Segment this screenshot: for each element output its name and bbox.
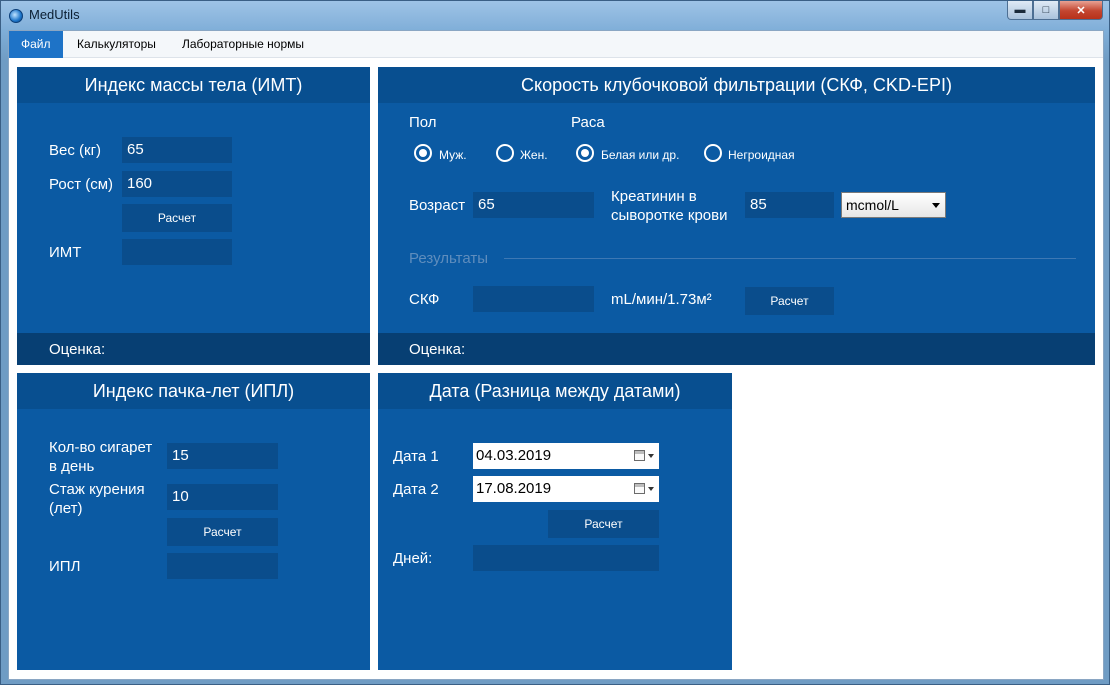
weight-input[interactable]: 65 <box>122 137 232 163</box>
date2-value: 17.08.2019 <box>476 480 552 497</box>
minimize-button[interactable]: ▬ <box>1007 1 1033 20</box>
bmi-title: Индекс массы тела (ИМТ) <box>17 67 370 103</box>
packyears-panel: Индекс пачка-лет (ИПЛ) Кол-во сигарет в … <box>17 373 370 670</box>
dates-title: Дата (Разница между датами) <box>378 373 732 409</box>
date2-label: Дата 2 <box>393 481 439 498</box>
close-button[interactable]: ✕ <box>1059 1 1103 20</box>
radio-race-black[interactable] <box>704 144 722 162</box>
chevron-down-icon <box>648 487 654 491</box>
gfr-panel: Скорость клубочковой фильтрации (СКФ, CK… <box>378 67 1095 365</box>
bmi-result-field[interactable] <box>122 239 232 265</box>
creatinine-label-2: сыворотке крови <box>611 207 728 224</box>
window-controls: ▬ □ ✕ <box>1007 1 1103 20</box>
bmi-panel: Индекс массы тела (ИМТ) Вес (кг) 65 Рост… <box>17 67 370 365</box>
results-divider <box>504 258 1076 259</box>
app-window: MedUtils ▬ □ ✕ Файл Калькуляторы Лаборат… <box>0 0 1110 685</box>
radio-race-black-label: Негроидная <box>728 148 795 162</box>
packyears-calc-button[interactable]: Расчет <box>167 518 278 546</box>
gfr-assessment-label: Оценка: <box>409 341 466 358</box>
radio-male[interactable] <box>414 144 432 162</box>
date2-picker[interactable]: 17.08.2019 <box>473 476 659 502</box>
radio-male-label: Муж. <box>439 148 467 162</box>
sex-label: Пол <box>409 114 437 131</box>
gfr-result-field[interactable] <box>473 286 594 312</box>
bmi-calc-button[interactable]: Расчет <box>122 204 232 232</box>
date1-label: Дата 1 <box>393 448 439 465</box>
age-label: Возраст <box>409 197 466 214</box>
window-title: MedUtils <box>29 7 80 22</box>
bmi-footer: Оценка: <box>17 333 370 365</box>
days-result-field[interactable] <box>473 545 659 571</box>
bmi-result-label: ИМТ <box>49 244 82 261</box>
app-icon <box>9 9 23 23</box>
packyears-title: Индекс пачка-лет (ИПЛ) <box>17 373 370 409</box>
bmi-assessment-label: Оценка: <box>49 341 106 358</box>
years-input[interactable]: 10 <box>167 484 278 510</box>
calendar-icon[interactable] <box>634 450 645 461</box>
chevron-down-icon <box>932 203 940 208</box>
client-area: Файл Калькуляторы Лабораторные нормы Инд… <box>8 30 1104 680</box>
weight-label: Вес (кг) <box>49 142 102 159</box>
height-input[interactable]: 160 <box>122 171 232 197</box>
radio-race-white[interactable] <box>576 144 594 162</box>
dates-panel: Дата (Разница между датами) Дата 1 04.03… <box>378 373 732 670</box>
creatinine-label-1: Креатинин в <box>611 188 697 205</box>
unit-select[interactable]: mcmol/L <box>841 192 946 218</box>
cigs-label-2: в день <box>49 458 95 475</box>
maximize-button[interactable]: □ <box>1033 1 1059 20</box>
packyears-result-field[interactable] <box>167 553 278 579</box>
unit-select-value: mcmol/L <box>846 197 899 213</box>
title-bar[interactable]: MedUtils ▬ □ ✕ <box>1 1 1109 29</box>
packyears-result-label: ИПЛ <box>49 558 81 575</box>
height-label: Рост (см) <box>49 176 114 193</box>
days-label: Дней: <box>393 550 433 567</box>
dates-calc-button[interactable]: Расчет <box>548 510 659 538</box>
gfr-footer: Оценка: <box>378 333 1095 365</box>
results-label: Результаты <box>409 250 488 267</box>
date1-picker[interactable]: 04.03.2019 <box>473 443 659 469</box>
radio-female-label: Жен. <box>520 148 548 162</box>
years-label-1: Стаж курения <box>49 481 145 498</box>
calendar-icon[interactable] <box>634 483 645 494</box>
menu-item-calculators[interactable]: Калькуляторы <box>65 31 168 58</box>
menu-item-lab-norms[interactable]: Лабораторные нормы <box>170 31 316 58</box>
menu-item-file[interactable]: Файл <box>9 31 63 58</box>
years-label-2: (лет) <box>49 500 83 517</box>
gfr-calc-button[interactable]: Расчет <box>745 287 834 315</box>
gfr-title: Скорость клубочковой фильтрации (СКФ, CK… <box>378 67 1095 103</box>
cigs-input[interactable]: 15 <box>167 443 278 469</box>
cigs-label-1: Кол-во сигарет <box>49 439 153 456</box>
creatinine-input[interactable]: 85 <box>745 192 834 218</box>
radio-female[interactable] <box>496 144 514 162</box>
race-label: Раса <box>571 114 605 131</box>
date1-value: 04.03.2019 <box>476 447 552 464</box>
menu-bar: Файл Калькуляторы Лабораторные нормы <box>9 31 1103 58</box>
gfr-unit-label: mL/мин/1.73м² <box>611 291 712 308</box>
chevron-down-icon <box>648 454 654 458</box>
age-input[interactable]: 65 <box>473 192 594 218</box>
gfr-result-label: СКФ <box>409 291 440 308</box>
radio-race-white-label: Белая или др. <box>601 148 680 162</box>
